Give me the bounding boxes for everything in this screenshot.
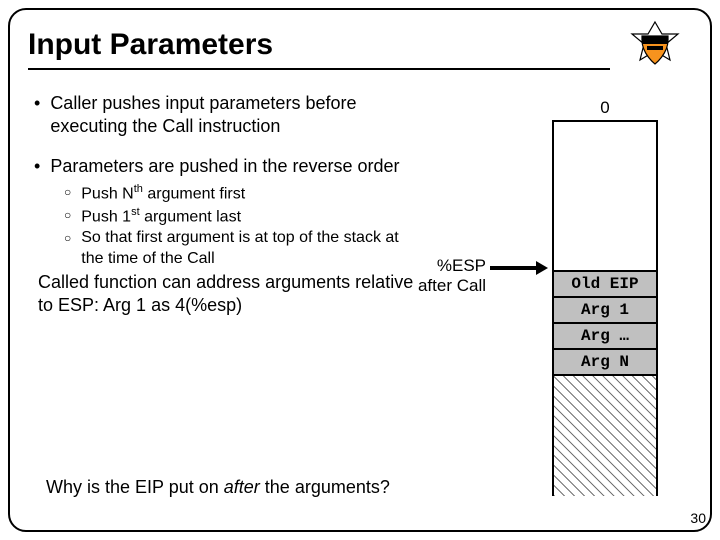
esp-arrow-icon bbox=[490, 261, 548, 275]
sub-bullet-c: So that first argument is at top of the … bbox=[64, 228, 414, 270]
esp-pointer-label: %ESP after Call bbox=[418, 256, 486, 297]
stack-diagram: 0 Old EIP Arg 1 Arg … Arg N bbox=[552, 98, 658, 496]
slide-frame: Input Parameters Caller pushes input par… bbox=[8, 8, 712, 532]
title-container: Input Parameters bbox=[28, 28, 610, 70]
question-pre: Why is the EIP put on bbox=[46, 477, 224, 497]
called-function-text: Called function can address arguments re… bbox=[38, 271, 414, 316]
bullet-1-text: Caller pushes input parameters before ex… bbox=[50, 92, 414, 137]
slide-title: Input Parameters bbox=[28, 28, 610, 62]
stack-cell-arg-n: Arg N bbox=[554, 350, 656, 376]
question-em: after bbox=[224, 477, 260, 497]
sub-b-post: argument last bbox=[140, 208, 241, 225]
stack-hatched-region bbox=[552, 376, 658, 496]
hatch-pattern bbox=[554, 376, 656, 496]
stack-empty-region bbox=[554, 122, 656, 272]
bullet-2-text: Parameters are pushed in the reverse ord… bbox=[50, 155, 399, 178]
sub-a-pre: Push N bbox=[81, 185, 133, 202]
slide-body: Caller pushes input parameters before ex… bbox=[34, 92, 686, 506]
sub-bullet-b: Push 1st argument last bbox=[64, 205, 414, 228]
stack-cell-arg-dots: Arg … bbox=[554, 324, 656, 350]
stack-cell-old-eip: Old EIP bbox=[554, 272, 656, 298]
sub-bullet-a: Push Nth argument first bbox=[64, 182, 414, 205]
bullet-1: Caller pushes input parameters before ex… bbox=[34, 92, 414, 137]
page-number: 30 bbox=[690, 510, 706, 526]
stack-cell-arg-1: Arg 1 bbox=[554, 298, 656, 324]
princeton-crest-icon bbox=[618, 20, 692, 72]
esp-label-line1: %ESP bbox=[418, 256, 486, 276]
sub-b-sup: st bbox=[131, 206, 140, 218]
sub-a-post: argument first bbox=[143, 185, 245, 202]
sub-c-text: So that first argument is at top of the … bbox=[81, 228, 414, 270]
question-text: Why is the EIP put on after the argument… bbox=[46, 477, 390, 498]
stack-zero-label: 0 bbox=[552, 98, 658, 118]
esp-label-line2: after Call bbox=[418, 276, 486, 296]
bullet-2: Parameters are pushed in the reverse ord… bbox=[34, 155, 414, 316]
sub-bullet-list: Push Nth argument first Push 1st argumen… bbox=[64, 182, 414, 270]
stack-cells: Old EIP Arg 1 Arg … Arg N bbox=[552, 120, 658, 376]
sub-a-sup: th bbox=[134, 183, 143, 195]
question-post: the arguments? bbox=[260, 477, 390, 497]
sub-b-pre: Push 1 bbox=[81, 208, 131, 225]
